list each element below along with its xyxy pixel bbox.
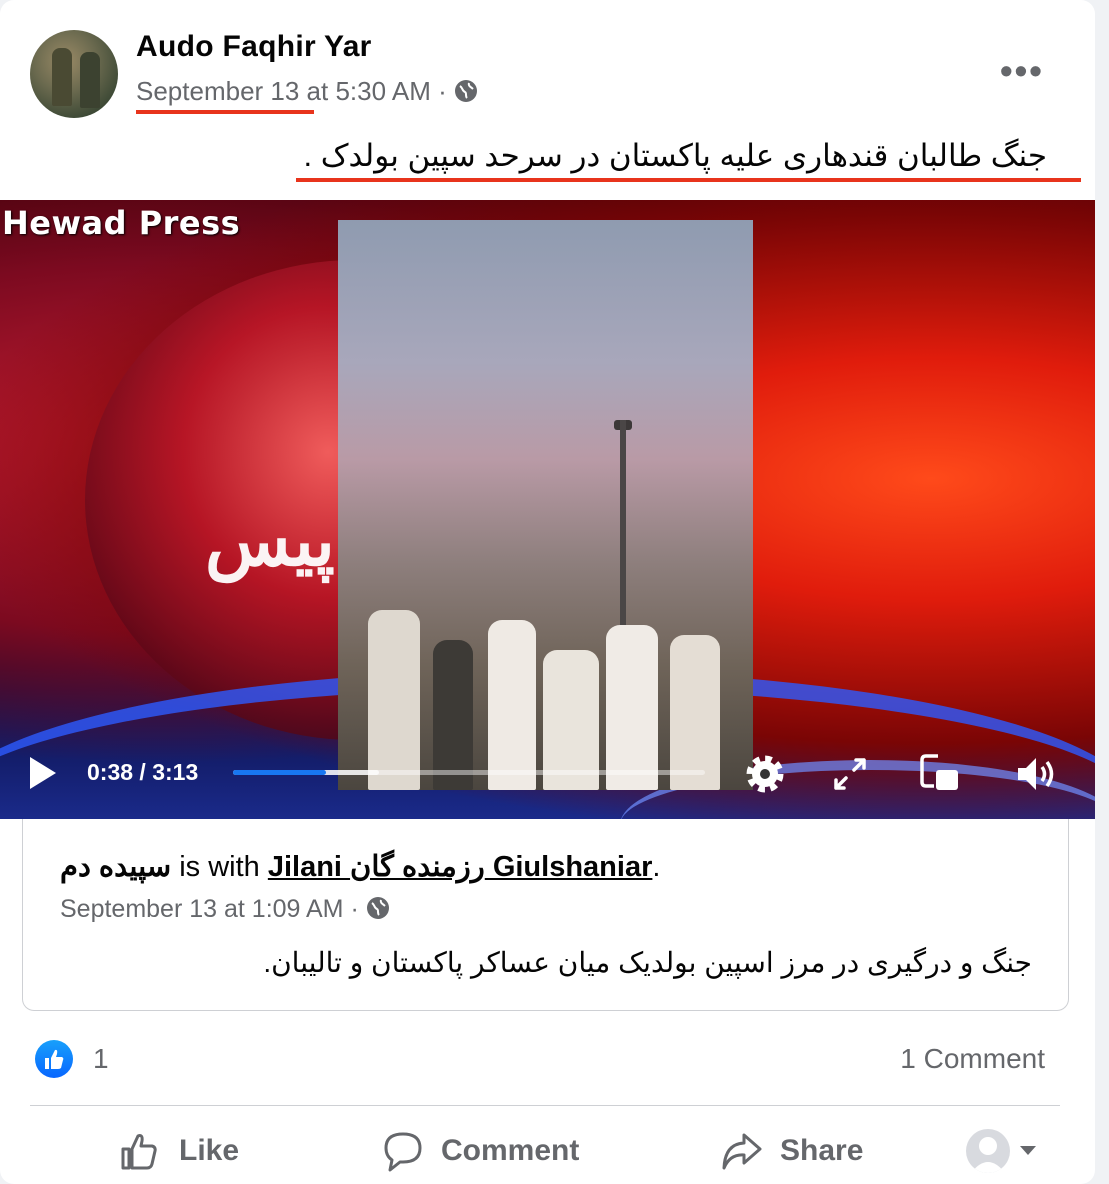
fullscreen-icon[interactable] xyxy=(826,750,874,798)
picture-in-picture-icon[interactable] xyxy=(916,750,964,798)
video-watermark: Hewad Press xyxy=(2,204,241,242)
share-label: Share xyxy=(780,1134,864,1167)
current-time: 0:38 xyxy=(87,759,134,785)
inner-video-frame xyxy=(338,220,753,790)
video-controls: 0:38 / 3:13 xyxy=(0,740,1095,819)
author-avatar[interactable] xyxy=(30,30,118,118)
date-annotation-underline xyxy=(136,110,314,114)
shared-page-name[interactable]: سپیده دم xyxy=(60,851,171,883)
video-time: 0:38 / 3:13 xyxy=(87,759,198,786)
globe-icon xyxy=(454,80,477,102)
like-icon xyxy=(121,1134,157,1170)
post-meta: September 13 at 5:30 AM · xyxy=(136,76,478,107)
post-date[interactable]: September 13 xyxy=(136,76,299,106)
like-count[interactable]: 1 xyxy=(93,1043,109,1075)
profile-switcher-avatar[interactable] xyxy=(966,1129,1010,1173)
play-icon[interactable] xyxy=(30,757,56,789)
post-caption: جنگ طالبان قندهاری علیه پاکستان در سرحد … xyxy=(303,138,1047,173)
shared-tagged-link[interactable]: Jilani رزمنده گان Giulshaniar xyxy=(268,851,653,883)
shared-with-text: is with xyxy=(171,851,268,883)
duration: 3:13 xyxy=(152,759,199,785)
actions-divider xyxy=(30,1105,1060,1106)
post-time: at 5:30 AM · xyxy=(299,76,454,106)
settings-icon[interactable] xyxy=(741,750,789,798)
chevron-down-icon[interactable] xyxy=(1020,1146,1036,1155)
shared-post[interactable]: سپیده دم is with Jilani رزمنده گان Giuls… xyxy=(22,819,1069,1011)
post-card: Audo Faqhir Yar September 13 at 5:30 AM … xyxy=(0,0,1095,1184)
shared-text: جنگ و درگیری در مرز اسپین بولدیک میان عس… xyxy=(263,947,1032,978)
video-player[interactable]: پیس Hewad Press 0:38 / 3:13 xyxy=(0,200,1095,819)
author-name[interactable]: Audo Faqhir Yar xyxy=(136,30,372,64)
video-overlay-script: پیس xyxy=(205,502,335,580)
comment-label: Comment xyxy=(441,1134,580,1167)
comment-count[interactable]: 1 Comment xyxy=(900,1043,1045,1075)
more-dots-icon[interactable]: ••• xyxy=(1000,50,1044,92)
shared-meta: September 13 at 1:09 AM · xyxy=(60,895,390,924)
shared-period: . xyxy=(652,851,661,883)
progress-fill xyxy=(233,770,326,775)
caption-annotation-underline xyxy=(296,178,1081,182)
progress-track[interactable] xyxy=(233,770,705,775)
volume-icon[interactable] xyxy=(1012,750,1060,798)
avatar-figure xyxy=(80,52,100,108)
like-reaction-icon[interactable] xyxy=(35,1040,73,1078)
shared-date[interactable]: September 13 at 1:09 AM · xyxy=(60,895,366,923)
shared-header: سپیده دم is with Jilani رزمنده گان Giuls… xyxy=(60,849,660,884)
default-user-icon xyxy=(971,1137,1005,1173)
like-button[interactable]: Like xyxy=(118,1128,248,1178)
like-label: Like xyxy=(179,1134,240,1167)
comment-button[interactable]: Comment xyxy=(382,1128,602,1178)
avatar-figure xyxy=(52,48,72,106)
globe-icon xyxy=(366,897,389,919)
comment-icon xyxy=(384,1132,422,1172)
share-icon xyxy=(722,1133,762,1170)
time-separator: / xyxy=(133,759,153,785)
thumbs-up-icon xyxy=(45,1049,64,1069)
share-button[interactable]: Share xyxy=(720,1128,880,1178)
